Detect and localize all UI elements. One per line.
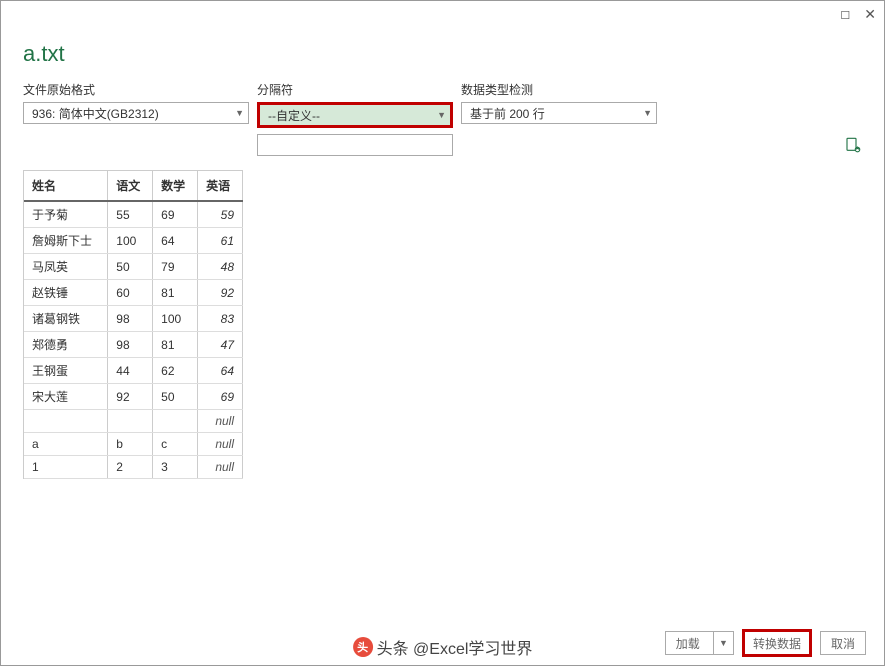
options-row: 文件原始格式 936: 简体中文(GB2312) ▼ 分隔符 --自定义-- ▼… — [23, 81, 862, 156]
table-cell: 詹姆斯下士 — [24, 228, 108, 254]
table-row: 王钢蛋446264 — [24, 358, 243, 384]
table-cell: 王钢蛋 — [24, 358, 108, 384]
table-row: 郑德勇988147 — [24, 332, 243, 358]
table-cell: c — [153, 433, 198, 456]
table-cell: 50 — [153, 384, 198, 410]
table-cell: 92 — [198, 280, 243, 306]
table-row: 赵铁锤608192 — [24, 280, 243, 306]
table-cell — [153, 410, 198, 433]
table-cell: 81 — [153, 280, 198, 306]
table-cell: 55 — [108, 201, 153, 228]
delimiter-dropdown[interactable]: --自定义-- ▼ — [257, 102, 453, 128]
file-origin-col: 文件原始格式 936: 简体中文(GB2312) ▼ — [23, 81, 249, 124]
load-button-group: 加载 ▼ — [665, 631, 734, 655]
table-cell: null — [198, 433, 243, 456]
table-cell: 81 — [153, 332, 198, 358]
delimiter-label: 分隔符 — [257, 81, 453, 98]
table-cell: 马凤英 — [24, 254, 108, 280]
col-header: 语文 — [108, 171, 153, 201]
table-cell: 100 — [108, 228, 153, 254]
table-row: 詹姆斯下士1006461 — [24, 228, 243, 254]
load-button[interactable]: 加载 — [665, 631, 713, 655]
cancel-label: 取消 — [831, 635, 855, 652]
table-cell: 44 — [108, 358, 153, 384]
file-origin-label: 文件原始格式 — [23, 81, 249, 98]
chevron-down-icon: ▼ — [235, 108, 244, 118]
table-row: 于予菊556959 — [24, 201, 243, 228]
delimiter-value: --自定义-- — [268, 107, 320, 124]
table-row: 诸葛钢铁9810083 — [24, 306, 243, 332]
table-cell: 98 — [108, 306, 153, 332]
watermark: 头 头条 @Excel学习世界 — [353, 635, 533, 659]
table-cell: 98 — [108, 332, 153, 358]
table-cell: 100 — [153, 306, 198, 332]
header-row: 姓名 语文 数学 英语 — [24, 171, 243, 201]
table-cell: 宋大莲 — [24, 384, 108, 410]
transform-button[interactable]: 转换数据 — [742, 629, 812, 657]
table-cell: 79 — [153, 254, 198, 280]
file-origin-value: 936: 简体中文(GB2312) — [32, 105, 159, 122]
table-row: 123null — [24, 456, 243, 479]
import-dialog: ☐ ✕ a.txt 文件原始格式 936: 简体中文(GB2312) ▼ 分隔符… — [0, 0, 885, 666]
table-cell: 于予菊 — [24, 201, 108, 228]
table-cell: 郑德勇 — [24, 332, 108, 358]
table-cell: b — [108, 433, 153, 456]
table-cell: 64 — [198, 358, 243, 384]
dialog-content: a.txt 文件原始格式 936: 简体中文(GB2312) ▼ 分隔符 --自… — [1, 29, 884, 479]
table-row: 宋大莲925069 — [24, 384, 243, 410]
table-cell: 47 — [198, 332, 243, 358]
delimiter-col: 分隔符 --自定义-- ▼ — [257, 81, 453, 156]
table-cell: 64 — [153, 228, 198, 254]
maximize-icon[interactable]: ☐ — [840, 9, 850, 22]
table-cell — [24, 410, 108, 433]
table-cell: 赵铁锤 — [24, 280, 108, 306]
transform-label: 转换数据 — [753, 635, 801, 652]
table-cell: a — [24, 433, 108, 456]
load-dropdown-button[interactable]: ▼ — [713, 631, 734, 655]
table-cell — [108, 410, 153, 433]
preview-table: 姓名 语文 数学 英语 于予菊556959詹姆斯下士1006461马凤英5079… — [23, 170, 243, 479]
table-cell: 69 — [198, 384, 243, 410]
table-cell: 83 — [198, 306, 243, 332]
col-header: 英语 — [198, 171, 243, 201]
table-row: null — [24, 410, 243, 433]
table-cell: 50 — [108, 254, 153, 280]
table-cell: null — [198, 456, 243, 479]
detection-col: 数据类型检测 基于前 200 行 ▼ — [461, 81, 657, 124]
watermark-logo-icon: 头 — [353, 637, 373, 657]
file-title: a.txt — [23, 41, 862, 67]
table-cell: 1 — [24, 456, 108, 479]
table-cell: 48 — [198, 254, 243, 280]
cancel-button[interactable]: 取消 — [820, 631, 866, 655]
close-icon[interactable]: ✕ — [864, 7, 876, 24]
detection-label: 数据类型检测 — [461, 81, 657, 98]
col-header: 数学 — [153, 171, 198, 201]
chevron-down-icon: ▼ — [643, 108, 652, 118]
col-header: 姓名 — [24, 171, 108, 201]
chevron-down-icon: ▼ — [437, 110, 446, 120]
footer-buttons: 加载 ▼ 转换数据 取消 — [665, 629, 866, 657]
table-cell: null — [198, 410, 243, 433]
detection-dropdown[interactable]: 基于前 200 行 ▼ — [461, 102, 657, 124]
table-cell: 诸葛钢铁 — [24, 306, 108, 332]
table-cell: 62 — [153, 358, 198, 384]
file-origin-dropdown[interactable]: 936: 简体中文(GB2312) ▼ — [23, 102, 249, 124]
table-cell: 3 — [153, 456, 198, 479]
detection-value: 基于前 200 行 — [470, 105, 545, 122]
table-cell: 60 — [108, 280, 153, 306]
table-row: abcnull — [24, 433, 243, 456]
table-cell: 69 — [153, 201, 198, 228]
table-cell: 2 — [108, 456, 153, 479]
titlebar: ☐ ✕ — [1, 1, 884, 29]
delimiter-custom-input[interactable] — [257, 134, 453, 156]
table-cell: 59 — [198, 201, 243, 228]
table-cell: 61 — [198, 228, 243, 254]
table-row: 马凤英507948 — [24, 254, 243, 280]
settings-icon[interactable] — [844, 136, 862, 154]
load-label: 加载 — [676, 635, 700, 652]
watermark-text: 头条 @Excel学习世界 — [377, 635, 533, 659]
table-cell: 92 — [108, 384, 153, 410]
